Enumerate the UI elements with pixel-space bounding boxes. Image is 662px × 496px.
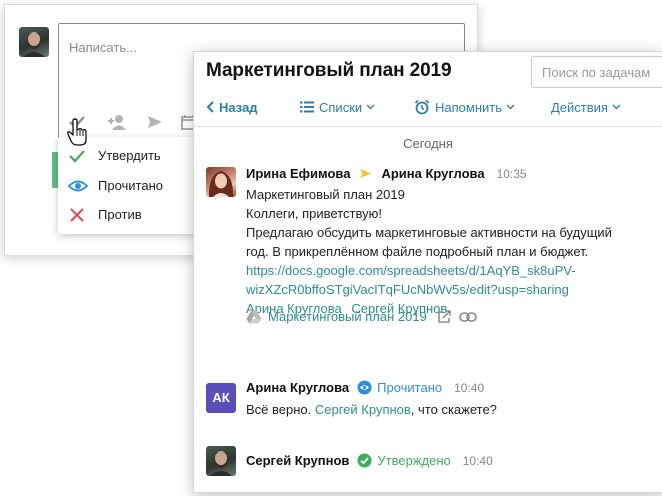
message-text: Всё верно.	[246, 402, 315, 417]
google-drive-icon	[246, 310, 262, 324]
author-name[interactable]: Ирина Ефимова	[246, 166, 350, 181]
avatar	[206, 446, 236, 476]
eye-icon	[357, 380, 372, 395]
eye-icon	[67, 177, 89, 195]
chevron-down-icon	[612, 104, 621, 110]
send-arrow-icon	[359, 168, 372, 179]
remind-label: Напомнить	[435, 99, 502, 115]
message-line: Предлагаю обсудить маркетинговые активно…	[246, 225, 612, 240]
author-name[interactable]: Арина Круглова	[246, 380, 349, 395]
message-body: Маркетинговый план 2019 Коллеги, приветс…	[246, 185, 656, 318]
message-time: 10:40	[454, 380, 485, 395]
list-icon	[300, 101, 314, 113]
task-toolbar: Назад Списки Напомнить Действия	[194, 90, 662, 127]
task-title: Маркетинговый план 2019	[206, 60, 452, 81]
send-icon[interactable]	[143, 110, 167, 134]
attachment-name[interactable]: Маркетинговый план 2019	[268, 309, 427, 324]
check-circle-icon	[357, 453, 372, 468]
lists-label: Списки	[319, 99, 363, 115]
doc-link[interactable]: https://docs.google.com/spreadsheets/d/1…	[246, 261, 656, 280]
status-label: Прочитано	[377, 380, 443, 395]
doc-link[interactable]: wizXZcR0bffoSTgiVacITqFUcNbWv5s/edit?usp…	[246, 280, 656, 299]
recipient-name[interactable]: Арина Круглова	[381, 166, 484, 181]
message-text: , что скажете?	[410, 402, 497, 417]
alarm-clock-icon	[414, 99, 430, 115]
author-name[interactable]: Сергей Крупнов	[246, 453, 349, 468]
menu-item-label: Утвердить	[98, 148, 161, 163]
avatar	[19, 27, 49, 57]
actions-label: Действия	[551, 99, 608, 115]
cross-icon	[68, 206, 86, 224]
avatar	[206, 167, 236, 197]
hand-cursor-icon	[67, 118, 89, 146]
mention-link[interactable]: Сергей Крупнов	[315, 402, 411, 417]
search-box[interactable]	[531, 56, 662, 88]
task-panel: Маркетинговый план 2019 Назад Списки Нап…	[193, 51, 662, 493]
status-badge: Утверждено	[357, 453, 451, 468]
chevron-down-icon	[366, 104, 375, 110]
message-header: Ирина Ефимова Арина Круглова 10:35	[246, 166, 527, 181]
message-time: 10:40	[462, 453, 493, 468]
message-time: 10:35	[496, 166, 527, 181]
chevron-left-icon	[206, 101, 214, 113]
back-label: Назад	[219, 99, 258, 115]
message-line: Коллеги, приветствую!	[246, 206, 382, 221]
day-separator: Сегодня	[403, 136, 453, 151]
actions-button[interactable]: Действия	[551, 96, 621, 118]
status-label: Утверждено	[377, 453, 451, 468]
message-header: Сергей Крупнов Утверждено 10:40	[246, 453, 493, 468]
message-body: Всё верно. Сергей Крупнов, что скажете?	[246, 400, 656, 419]
chevron-down-icon	[506, 104, 515, 110]
lists-button[interactable]: Списки	[300, 96, 375, 118]
status-badge: Прочитано	[357, 380, 442, 395]
message-line: год. В прикреплённом файле подробный пла…	[246, 244, 589, 259]
remind-button[interactable]: Напомнить	[414, 96, 515, 118]
back-button[interactable]: Назад	[206, 96, 258, 118]
checkmark-icon	[68, 147, 86, 165]
attachment: Маркетинговый план 2019	[246, 309, 485, 324]
search-input[interactable]	[542, 65, 662, 80]
external-link-icon[interactable]	[437, 309, 451, 324]
menu-item-label: Против	[98, 207, 142, 222]
avatar: АК	[206, 383, 236, 413]
add-user-icon[interactable]	[105, 110, 129, 134]
message-line: Маркетинговый план 2019	[246, 187, 405, 202]
menu-item-label: Прочитано	[98, 178, 163, 193]
message-header: Арина Круглова Прочитано 10:40	[246, 380, 484, 395]
link-icon[interactable]	[459, 311, 477, 323]
